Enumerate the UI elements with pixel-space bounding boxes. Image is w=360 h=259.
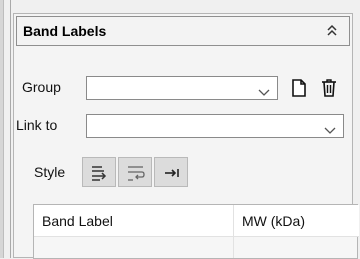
band-label-table: Band Label MW (kDa) — [33, 204, 359, 259]
table-cell[interactable] — [34, 237, 234, 258]
table-row[interactable] — [34, 237, 357, 258]
band-labels-panel: Band Labels Group Link to Style Band Lab… — [13, 13, 359, 259]
trash-icon[interactable] — [319, 78, 339, 98]
style-tab-end-button[interactable] — [154, 157, 188, 187]
chevron-down-icon — [324, 122, 336, 134]
link-to-dropdown[interactable] — [86, 114, 344, 138]
splitter-line — [10, 0, 11, 258]
style-wrap-right-button[interactable] — [82, 157, 116, 187]
new-file-icon[interactable] — [289, 78, 309, 98]
column-header-mw[interactable]: MW (kDa) — [234, 205, 359, 237]
group-label: Group — [22, 79, 61, 95]
style-label: Style — [34, 164, 66, 180]
left-edge-line — [3, 0, 4, 258]
style-wrap-button[interactable] — [118, 157, 152, 187]
panel-header[interactable]: Band Labels — [16, 16, 350, 46]
column-header-band-label[interactable]: Band Label — [34, 205, 234, 237]
collapse-chevron-icon[interactable] — [325, 23, 339, 39]
group-dropdown[interactable] — [86, 76, 278, 100]
panel-title: Band Labels — [23, 23, 107, 39]
chevron-down-icon — [258, 84, 270, 96]
link-to-label: Link to — [16, 117, 58, 133]
table-cell[interactable] — [234, 237, 357, 258]
